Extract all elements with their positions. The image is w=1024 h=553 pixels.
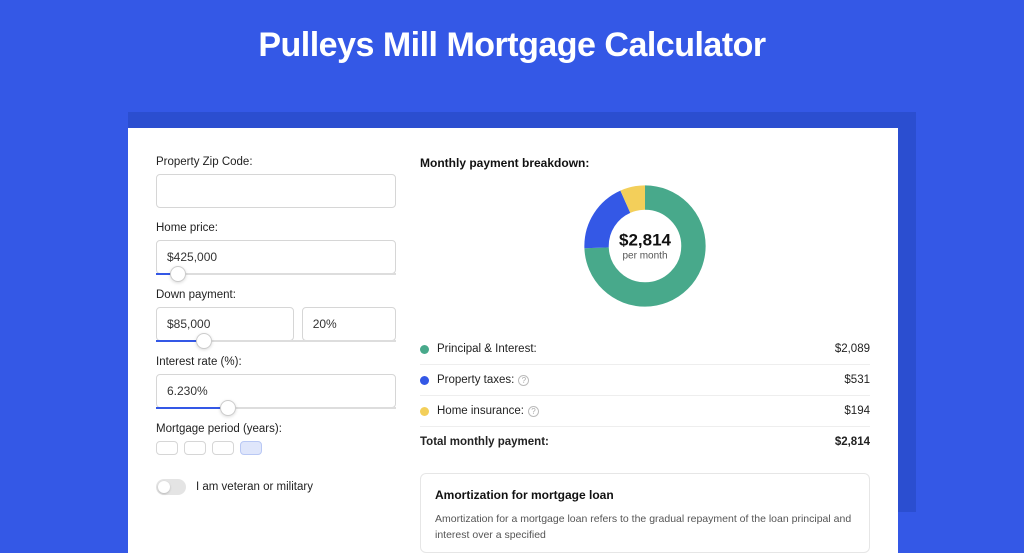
- amortization-text: Amortization for a mortgage loan refers …: [435, 512, 855, 544]
- donut-wrap: $2,814 per month: [420, 182, 870, 310]
- breakdown-total-row: Total monthly payment: $2,814: [420, 426, 870, 457]
- breakdown-value: $2,089: [835, 343, 870, 355]
- breakdown-value: $194: [844, 405, 870, 417]
- home-price-input[interactable]: [156, 240, 396, 274]
- zip-label: Property Zip Code:: [156, 156, 396, 168]
- donut-sub: per month: [619, 251, 671, 262]
- period-button[interactable]: [240, 441, 262, 455]
- form-column: Property Zip Code: Home price: Down paym…: [156, 156, 396, 553]
- breakdown-label: Home insurance: ?: [437, 405, 844, 417]
- veteran-row: I am veteran or military: [156, 479, 396, 495]
- amortization-box: Amortization for mortgage loan Amortizat…: [420, 473, 870, 553]
- amortization-title: Amortization for mortgage loan: [435, 488, 855, 502]
- down-payment-pct-input[interactable]: [302, 307, 396, 341]
- period-button[interactable]: [184, 441, 206, 455]
- down-payment-input[interactable]: [156, 307, 294, 341]
- period-button[interactable]: [212, 441, 234, 455]
- veteran-toggle[interactable]: [156, 479, 186, 495]
- legend-dot: [420, 345, 429, 354]
- veteran-label: I am veteran or military: [196, 481, 313, 493]
- breakdown-list: Principal & Interest: $2,089 Property ta…: [420, 334, 870, 426]
- period-label: Mortgage period (years):: [156, 423, 396, 435]
- interest-rate-label: Interest rate (%):: [156, 356, 396, 368]
- breakdown-label: Principal & Interest:: [437, 343, 835, 355]
- slider-thumb[interactable]: [196, 333, 212, 349]
- down-payment-row: [156, 307, 396, 341]
- breakdown-value: $531: [844, 374, 870, 386]
- breakdown-row: Principal & Interest: $2,089: [420, 334, 870, 364]
- slider-fill: [156, 407, 228, 409]
- page-title: Pulleys Mill Mortgage Calculator: [0, 0, 1024, 87]
- donut-center: $2,814 per month: [619, 231, 671, 262]
- period-buttons: [156, 441, 396, 455]
- zip-input[interactable]: [156, 174, 396, 208]
- interest-rate-input[interactable]: [156, 374, 396, 408]
- legend-dot: [420, 376, 429, 385]
- donut-value: $2,814: [619, 231, 671, 251]
- down-payment-slider[interactable]: [156, 340, 396, 342]
- breakdown-label: Property taxes: ?: [437, 374, 844, 386]
- breakdown-title: Monthly payment breakdown:: [420, 156, 870, 170]
- breakdown-row: Home insurance: ? $194: [420, 395, 870, 426]
- breakdown-row: Property taxes: ? $531: [420, 364, 870, 395]
- interest-rate-slider[interactable]: [156, 407, 396, 409]
- period-button[interactable]: [156, 441, 178, 455]
- help-icon[interactable]: ?: [518, 375, 529, 386]
- legend-dot: [420, 407, 429, 416]
- help-icon[interactable]: ?: [528, 406, 539, 417]
- calculator-card: Property Zip Code: Home price: Down paym…: [128, 128, 898, 553]
- slider-thumb[interactable]: [170, 266, 186, 282]
- down-payment-label: Down payment:: [156, 289, 396, 301]
- home-price-label: Home price:: [156, 222, 396, 234]
- result-column: Monthly payment breakdown: $2,814 per mo…: [420, 156, 870, 553]
- total-label: Total monthly payment:: [420, 436, 835, 448]
- slider-thumb[interactable]: [220, 400, 236, 416]
- donut-chart: $2,814 per month: [581, 182, 709, 310]
- home-price-slider[interactable]: [156, 273, 396, 275]
- total-value: $2,814: [835, 436, 870, 448]
